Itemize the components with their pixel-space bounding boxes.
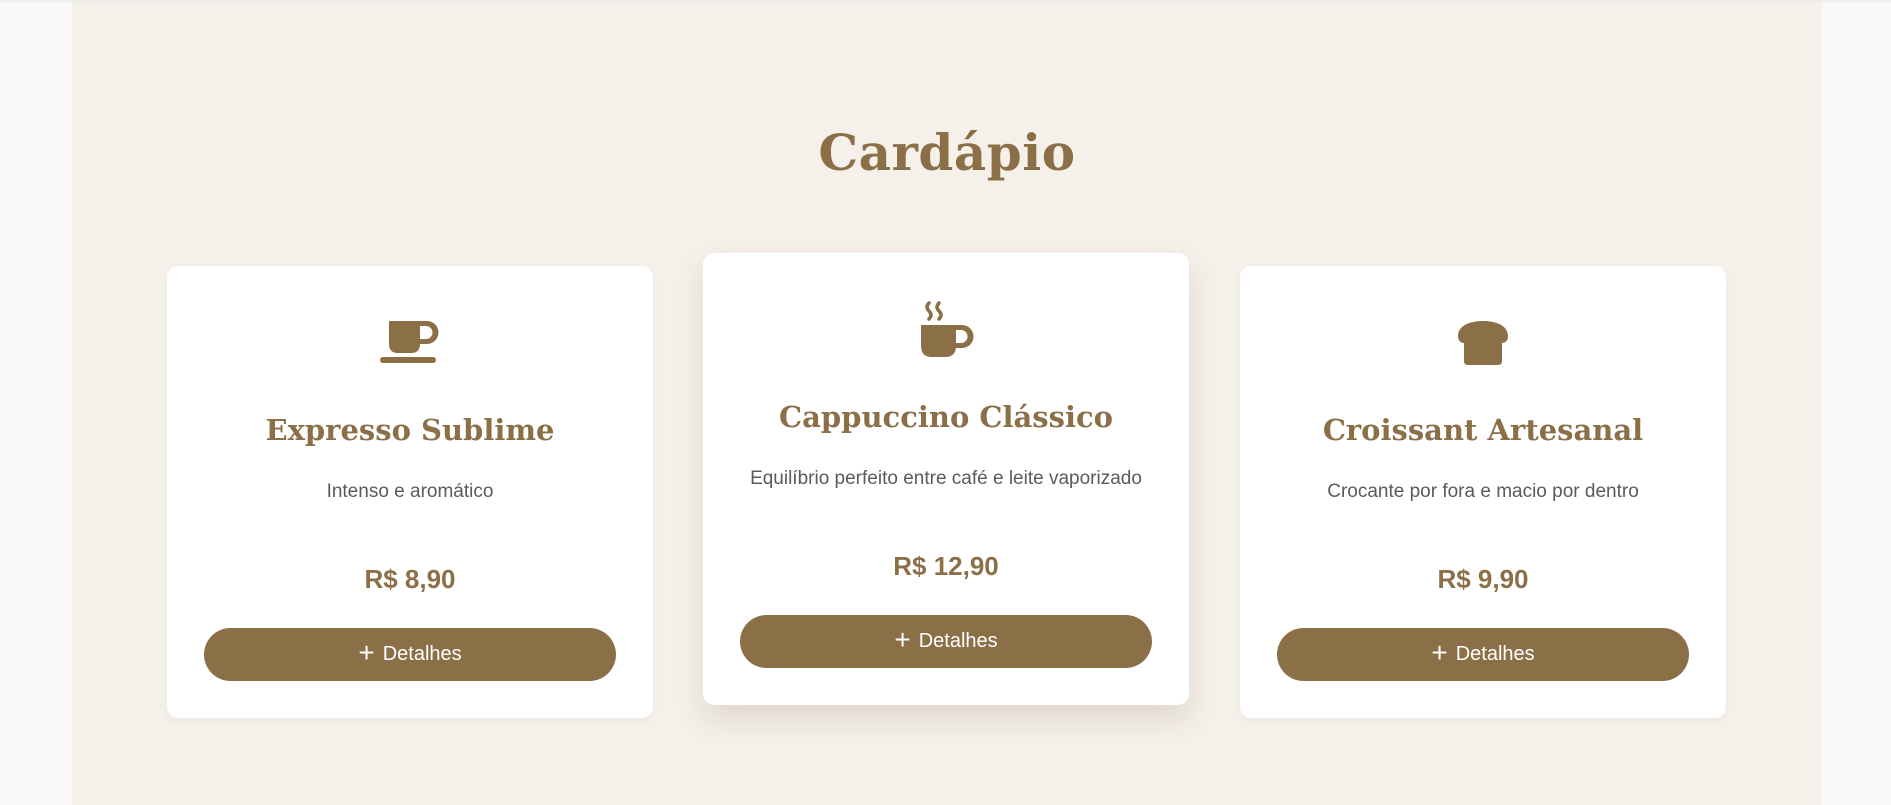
menu-section: Cardápio Expresso Sublime Intenso e arom… [72,0,1822,805]
plus-icon: + [1431,637,1448,668]
card-description: Equilíbrio perfeito entre café e leite v… [750,468,1142,489]
details-button[interactable]: + Detalhes [204,628,616,681]
card-description: Crocante por fora e macio por dentro [1327,481,1639,502]
details-button[interactable]: + Detalhes [740,615,1152,668]
menu-card-croissant: Croissant Artesanal Crocante por fora e … [1240,266,1726,718]
section-title: Cardápio [818,123,1076,182]
card-description: Intenso e aromático [326,481,494,502]
card-title: Croissant Artesanal [1322,413,1644,447]
header-shadow [0,0,1891,3]
card-price: R$ 8,90 [364,564,456,594]
plus-icon: + [358,637,375,668]
card-title: Expresso Sublime [265,413,555,447]
mug-hot-icon [703,301,1189,357]
plus-icon: + [894,624,911,655]
details-button-label: Detalhes [1455,643,1535,665]
menu-card-cappuccino: Cappuccino Clássico Equilíbrio perfeito … [703,253,1189,705]
details-button[interactable]: + Detalhes [1277,628,1689,681]
mug-saucer-icon [167,316,653,370]
card-title: Cappuccino Clássico [779,400,1113,434]
card-price: R$ 12,90 [893,551,999,581]
menu-card-expresso: Expresso Sublime Intenso e aromático R$ … [167,266,653,718]
card-price: R$ 9,90 [1437,564,1529,594]
details-button-label: Detalhes [382,643,462,665]
bread-slice-icon [1240,316,1726,370]
details-button-label: Detalhes [918,630,998,652]
